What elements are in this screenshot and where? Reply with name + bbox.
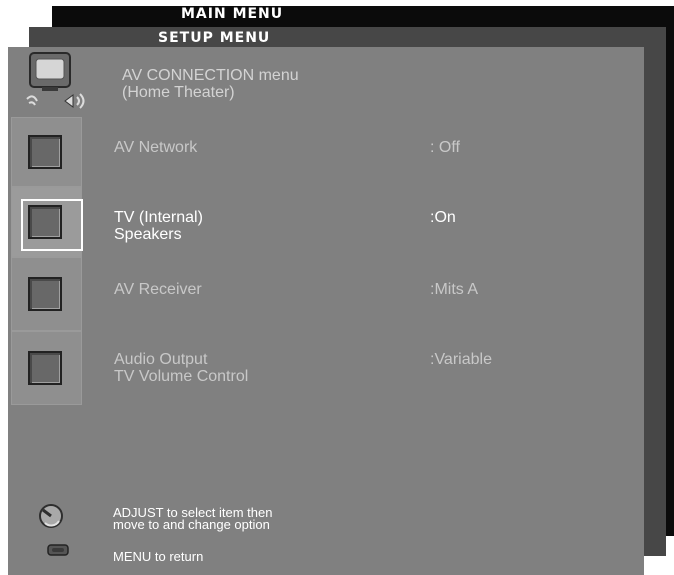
audio-output-value[interactable]: :Variable [430, 351, 492, 368]
menu-button-icon [47, 544, 69, 556]
header-icon-cell [11, 47, 85, 117]
menu-heading: AV CONNECTION menu (Home Theater) [122, 67, 299, 101]
tv-internal-speakers-value[interactable]: :On [430, 209, 456, 226]
tv-internal-speakers-label[interactable]: TV (Internal) Speakers [114, 209, 203, 243]
row-icon-cell [11, 331, 82, 405]
av-receiver-label[interactable]: AV Receiver [114, 281, 202, 298]
av-receiver-value[interactable]: :Mits A [430, 281, 478, 298]
tv-setup-screen: MAIN MENU SETUP MENU AV CONNECTION menu … [0, 0, 674, 575]
adjust-knob-icon [39, 504, 63, 528]
square-option-icon [28, 277, 62, 311]
tv-speakers-icon [26, 52, 85, 109]
square-option-icon [28, 135, 62, 169]
av-network-value[interactable]: : Off [430, 139, 460, 156]
square-option-icon [28, 351, 62, 385]
row-icon-cell [11, 117, 82, 187]
main-menu-title[interactable]: MAIN MENU [181, 6, 283, 22]
setup-menu-title[interactable]: SETUP MENU [158, 30, 270, 46]
row-icon-cell [11, 257, 82, 331]
av-network-label[interactable]: AV Network [114, 139, 197, 156]
audio-output-label[interactable]: Audio Output TV Volume Control [114, 351, 248, 385]
adjust-hint: ADJUST to select item then move to and c… [113, 505, 273, 532]
av-connection-panel: AV CONNECTION menu (Home Theater) AV Net… [8, 47, 644, 575]
return-hint: MENU to return [113, 549, 204, 564]
selection-highlight [21, 199, 83, 251]
